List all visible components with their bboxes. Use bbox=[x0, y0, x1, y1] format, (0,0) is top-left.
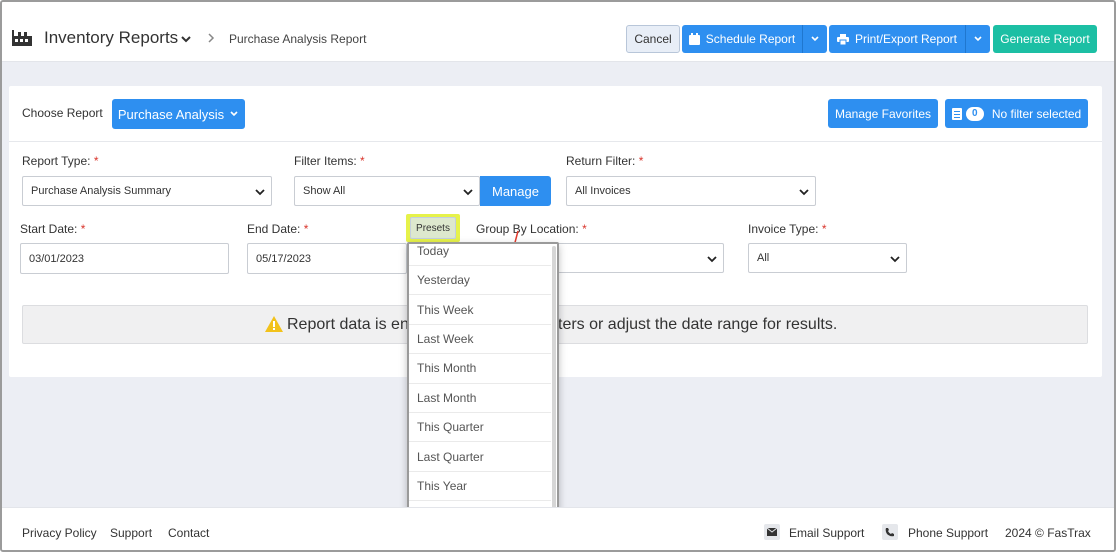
end-date-input[interactable]: 05/17/2023 bbox=[247, 243, 407, 274]
alert-text-start: Report data is en bbox=[287, 316, 409, 333]
print-export-label: Print/Export Report bbox=[854, 32, 958, 46]
app-frame: Inventory Reports Purchase Analysis Repo… bbox=[0, 0, 1116, 552]
manage-filter-button[interactable]: Manage bbox=[480, 176, 551, 206]
presets-highlight: Presets bbox=[406, 214, 460, 242]
app-title: Inventory Reports bbox=[44, 28, 179, 47]
chevron-down-icon bbox=[255, 189, 265, 196]
presets-dropdown-menu: Today Yesterday This Week Last Week This Mon… bbox=[407, 242, 559, 527]
preset-option[interactable]: This Month bbox=[409, 354, 551, 384]
report-type-label: Report Type: * bbox=[22, 154, 99, 168]
choose-report-value: Purchase Analysis bbox=[117, 106, 225, 122]
calendar-icon bbox=[688, 33, 700, 45]
dropdown-scrollbar[interactable] bbox=[552, 246, 556, 522]
preset-option[interactable]: Yesterday bbox=[409, 266, 551, 296]
filter-items-select[interactable]: Show All bbox=[294, 176, 480, 206]
preset-option[interactable]: Last Month bbox=[409, 384, 551, 413]
copyright-text: 2024 © FasTrax bbox=[1005, 526, 1091, 540]
filter-status-label: No filter selected bbox=[991, 106, 1082, 121]
chevron-down-icon bbox=[463, 189, 473, 196]
presets-label: Presets bbox=[416, 222, 450, 234]
presets-button[interactable]: Presets bbox=[410, 217, 456, 239]
generate-report-label: Generate Report bbox=[1000, 32, 1090, 46]
print-export-dropdown[interactable] bbox=[965, 25, 990, 53]
manage-filter-label: Manage bbox=[492, 183, 539, 199]
invoice-type-select[interactable]: All bbox=[748, 243, 907, 273]
generate-report-button[interactable]: Generate Report bbox=[993, 25, 1097, 53]
warning-icon bbox=[265, 316, 283, 332]
preset-option[interactable]: This Week bbox=[409, 295, 551, 325]
chevron-down-icon bbox=[974, 36, 982, 42]
cancel-button-label: Cancel bbox=[634, 32, 672, 46]
phone-support-link[interactable]: Phone Support bbox=[908, 526, 988, 540]
envelope-icon bbox=[764, 524, 780, 540]
privacy-policy-link[interactable]: Privacy Policy bbox=[22, 526, 97, 540]
end-date-value: 05/17/2023 bbox=[256, 252, 312, 265]
return-filter-value: All Invoices bbox=[575, 185, 631, 197]
filter-status-button[interactable]: 0 No filter selected bbox=[945, 99, 1088, 128]
chevron-down-icon bbox=[707, 256, 717, 263]
schedule-report-label: Schedule Report bbox=[705, 32, 796, 46]
cancel-button[interactable]: Cancel bbox=[626, 25, 680, 53]
group-by-location-select[interactable] bbox=[549, 243, 724, 273]
report-type-select[interactable]: Purchase Analysis Summary bbox=[22, 176, 272, 206]
preset-option[interactable]: Last Quarter bbox=[409, 442, 551, 472]
schedule-report-button[interactable]: Schedule Report bbox=[682, 25, 802, 53]
footer: Privacy Policy Support Contact Email Sup… bbox=[2, 507, 1114, 550]
filter-items-value: Show All bbox=[303, 185, 346, 197]
preset-option[interactable]: This Year bbox=[409, 472, 551, 502]
chevron-down-icon[interactable] bbox=[180, 33, 192, 45]
email-support-link[interactable]: Email Support bbox=[789, 526, 864, 540]
invoice-type-label: Invoice Type: * bbox=[748, 222, 827, 236]
report-type-value: Purchase Analysis Summary bbox=[31, 185, 171, 197]
print-export-button[interactable]: Print/Export Report bbox=[829, 25, 965, 53]
support-link[interactable]: Support bbox=[110, 526, 152, 540]
start-date-label: Start Date: * bbox=[20, 222, 86, 236]
manage-favorites-label: Manage Favorites bbox=[834, 106, 932, 121]
manage-favorites-button[interactable]: Manage Favorites bbox=[828, 99, 938, 128]
choose-report-label: Choose Report bbox=[22, 106, 103, 120]
preset-option[interactable]: Today bbox=[409, 244, 551, 266]
choose-report-dropdown[interactable]: Purchase Analysis bbox=[112, 99, 245, 129]
filter-items-label: Filter Items: * bbox=[294, 154, 365, 168]
contact-link[interactable]: Contact bbox=[168, 526, 209, 540]
preset-option[interactable]: Last Week bbox=[409, 325, 551, 355]
chevron-down-icon bbox=[230, 111, 238, 117]
start-date-input[interactable]: 03/01/2023 bbox=[20, 243, 229, 274]
preset-option[interactable]: This Quarter bbox=[409, 413, 551, 443]
chevron-right-icon bbox=[208, 33, 215, 43]
end-date-label: End Date: * bbox=[247, 222, 309, 236]
top-header: Inventory Reports Purchase Analysis Repo… bbox=[2, 2, 1114, 62]
filter-list-icon bbox=[951, 107, 962, 120]
return-filter-label: Return Filter: * bbox=[566, 154, 644, 168]
start-date-value: 03/01/2023 bbox=[29, 252, 85, 265]
filter-count-badge: 0 bbox=[965, 106, 984, 121]
factory-icon bbox=[12, 30, 32, 46]
phone-icon bbox=[882, 524, 898, 540]
printer-icon bbox=[836, 33, 849, 45]
group-by-location-label: Group By Location: * bbox=[476, 222, 587, 236]
return-filter-select[interactable]: All Invoices bbox=[566, 176, 816, 206]
chevron-down-icon bbox=[811, 36, 819, 42]
schedule-report-dropdown[interactable] bbox=[802, 25, 827, 53]
chevron-down-icon bbox=[890, 256, 900, 263]
alert-text-end: ters or adjust the date range for result… bbox=[558, 316, 838, 333]
breadcrumb-current: Purchase Analysis Report bbox=[229, 32, 367, 46]
card-header: Choose Report Purchase Analysis Manage F… bbox=[9, 86, 1102, 142]
invoice-type-value: All bbox=[757, 252, 770, 264]
chevron-down-icon bbox=[799, 189, 809, 196]
